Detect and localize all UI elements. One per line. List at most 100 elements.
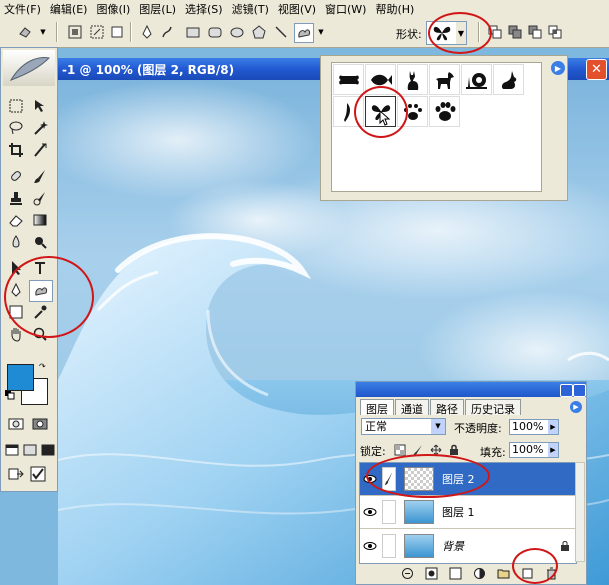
brush-tool-icon[interactable] <box>29 166 51 186</box>
menu-filter[interactable]: 滤镜(T) <box>228 1 274 17</box>
magic-wand-icon[interactable] <box>29 118 51 138</box>
close-panel-button[interactable] <box>573 384 586 397</box>
clone-stamp-icon[interactable] <box>5 188 27 208</box>
eye-icon[interactable] <box>363 539 377 553</box>
tab-layers[interactable]: 图层 <box>360 399 394 416</box>
lock-transparency-icon[interactable] <box>394 444 406 456</box>
foreground-color-swatch[interactable] <box>7 364 34 391</box>
menu-file[interactable]: 文件(F) <box>0 1 46 17</box>
shape-cell-snail[interactable] <box>461 64 492 95</box>
shape-picker[interactable] <box>426 21 458 45</box>
eyedropper-tool-icon[interactable] <box>29 302 51 322</box>
quick-mask-icon[interactable] <box>29 414 51 434</box>
rounded-rectangle-icon[interactable] <box>206 23 224 41</box>
shape-cell-paw-print[interactable] <box>397 96 428 127</box>
dodge-tool-icon[interactable] <box>29 232 51 252</box>
rectangle-shape-icon[interactable] <box>184 23 202 41</box>
freeform-pen-icon[interactable] <box>158 23 176 41</box>
layer-row-background[interactable]: 背景 <box>360 529 576 562</box>
move-tool-icon[interactable] <box>29 96 51 116</box>
custom-shape-tool-active-icon[interactable] <box>29 280 53 302</box>
tab-channels[interactable]: 通道 <box>395 399 429 416</box>
new-group-button[interactable] <box>495 566 511 580</box>
path-selection-icon[interactable] <box>5 258 27 278</box>
pen-tool-icon[interactable] <box>138 23 156 41</box>
swap-colors-icon[interactable]: ↷ <box>39 362 49 372</box>
menu-view[interactable]: 视图(V) <box>274 1 321 17</box>
tool-preset-arrow-icon[interactable]: ▼ <box>38 23 48 41</box>
paths-mode-icon[interactable] <box>88 23 106 41</box>
menu-window[interactable]: 窗口(W) <box>321 1 371 17</box>
layer-style-button[interactable] <box>423 566 439 580</box>
layer-row-layer-2[interactable]: 图层 2 <box>360 463 576 496</box>
menu-select[interactable]: 选择(S) <box>181 1 228 17</box>
marquee-tool-icon[interactable] <box>5 96 27 116</box>
opacity-arrow-icon[interactable]: ▶ <box>548 420 558 434</box>
menu-edit[interactable]: 编辑(E) <box>46 1 93 17</box>
lock-pixels-icon[interactable] <box>412 444 424 456</box>
jump-to-imageready-icon[interactable] <box>5 464 27 484</box>
shape-picker-arrow-icon[interactable]: ▼ <box>456 21 467 45</box>
crop-tool-icon[interactable] <box>5 140 27 160</box>
shape-cell-rabbit[interactable] <box>493 64 524 95</box>
pen-tool-icon-2[interactable] <box>5 280 27 300</box>
slice-tool-icon[interactable] <box>29 140 51 160</box>
create-new-shape-layer-icon[interactable] <box>486 23 504 41</box>
custom-shape-tool-icon[interactable] <box>294 23 314 43</box>
brush-link-icon[interactable] <box>382 467 396 491</box>
link-layers-button[interactable] <box>399 566 415 580</box>
shape-picker-menu-button[interactable]: ▶ <box>551 61 565 75</box>
lasso-tool-icon[interactable] <box>5 118 27 138</box>
fill-pixels-icon[interactable] <box>108 23 126 41</box>
lock-position-icon[interactable] <box>430 444 442 456</box>
blur-tool-icon[interactable] <box>5 232 27 252</box>
shape-cell-fish[interactable] <box>365 64 396 95</box>
opacity-field[interactable]: 100% ▶ <box>509 419 559 435</box>
layer-row-layer-1[interactable]: 图层 1 <box>360 496 576 529</box>
history-brush-icon[interactable] <box>29 188 51 208</box>
panel-menu-button[interactable]: ▶ <box>570 401 582 413</box>
layer-list-scrollbar[interactable] <box>575 462 585 562</box>
adjustment-layer-button[interactable] <box>471 566 487 580</box>
fill-field[interactable]: 100% ▶ <box>509 442 559 458</box>
geometry-options-arrow-icon[interactable]: ▼ <box>316 23 326 41</box>
line-shape-icon[interactable] <box>272 23 290 41</box>
ellipse-shape-icon[interactable] <box>228 23 246 41</box>
add-to-shape-area-icon[interactable] <box>506 23 524 41</box>
shape-cell-bone[interactable] <box>333 64 364 95</box>
polygon-shape-icon[interactable] <box>250 23 268 41</box>
checkmark-icon[interactable] <box>27 464 49 484</box>
tab-paths[interactable]: 路径 <box>430 399 464 416</box>
healing-brush-icon[interactable] <box>5 166 27 186</box>
intersect-shape-icon[interactable] <box>546 23 564 41</box>
shape-cell-cat[interactable] <box>397 64 428 95</box>
eye-icon[interactable] <box>363 472 377 486</box>
hand-tool-icon[interactable] <box>5 324 27 344</box>
brush-link-slot[interactable] <box>382 500 396 524</box>
shape-cell-bird[interactable] <box>333 96 364 127</box>
new-layer-button[interactable] <box>519 566 535 580</box>
add-mask-button[interactable] <box>447 566 463 580</box>
shape-layers-icon[interactable] <box>66 23 84 41</box>
fill-arrow-icon[interactable]: ▶ <box>548 443 558 457</box>
notes-tool-icon[interactable] <box>5 302 27 322</box>
tab-history[interactable]: 历史记录 <box>465 399 521 416</box>
brush-link-slot[interactable] <box>382 533 396 558</box>
tool-preset-icon[interactable] <box>16 23 34 41</box>
eraser-tool-icon[interactable] <box>5 210 27 230</box>
menu-image[interactable]: 图像(I) <box>92 1 135 17</box>
shape-cell-paw-print-2[interactable] <box>429 96 460 127</box>
standard-mode-icon[interactable] <box>5 414 27 434</box>
menu-layer[interactable]: 图层(L) <box>135 1 181 17</box>
lock-all-icon[interactable] <box>448 444 460 456</box>
eye-icon[interactable] <box>363 505 377 519</box>
blend-mode-select[interactable]: 正常 ▼ <box>361 418 446 435</box>
menu-help[interactable]: 帮助(H) <box>371 1 419 17</box>
default-colors-icon[interactable] <box>5 390 15 400</box>
gradient-tool-icon[interactable] <box>29 210 51 230</box>
subtract-from-shape-icon[interactable] <box>526 23 544 41</box>
shape-cell-dog[interactable] <box>429 64 460 95</box>
zoom-tool-icon[interactable] <box>29 324 51 344</box>
screen-mode-full-icon[interactable] <box>37 440 59 460</box>
minimize-panel-button[interactable] <box>560 384 573 397</box>
